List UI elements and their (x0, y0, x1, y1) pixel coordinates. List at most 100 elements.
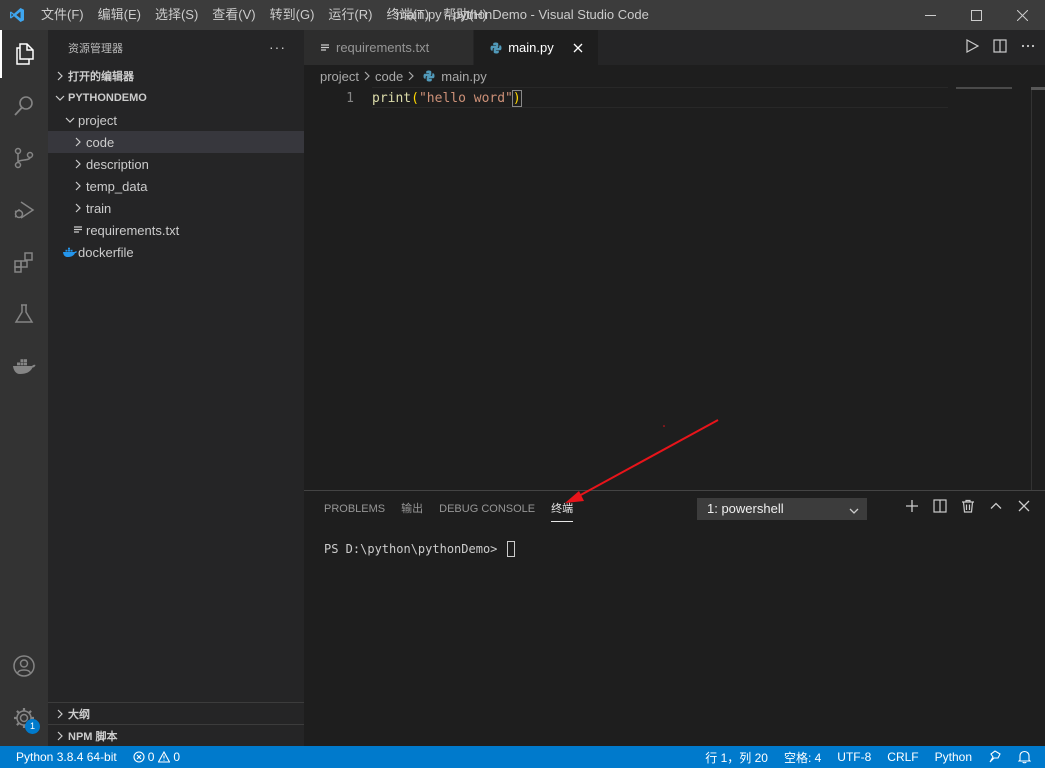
chevron-right-icon (70, 181, 86, 191)
status-right: 行 1，列 20 空格: 4 UTF-8 CRLF Python (697, 746, 1045, 768)
python-file-icon (490, 42, 502, 54)
editor-tab-bar: requirements.txt main.py (304, 30, 1045, 65)
npm-scripts-section[interactable]: NPM 脚本 (48, 724, 304, 746)
outline-section[interactable]: 大纲 (48, 702, 304, 724)
python-interpreter[interactable]: Python 3.8.4 64-bit (0, 746, 125, 768)
tree-item-label: requirements.txt (86, 222, 180, 238)
indentation[interactable]: 空格: 4 (776, 746, 829, 768)
accounts-activity[interactable] (0, 642, 48, 690)
open-editors-section[interactable]: 打开的编辑器 (48, 65, 304, 87)
feedback-icon[interactable] (980, 746, 1010, 768)
breadcrumb-code[interactable]: code (375, 69, 403, 84)
explorer-title: 资源管理器 (68, 42, 123, 55)
search-activity[interactable] (0, 82, 48, 130)
cursor-position[interactable]: 行 1，列 20 (697, 746, 776, 768)
sidebar-bottom-sections: 大纲 NPM 脚本 (48, 702, 304, 746)
menu-terminal[interactable]: 终端(T) (379, 0, 436, 30)
terminal-output[interactable]: PS D:\python\pythonDemo> (324, 541, 515, 557)
open-editors-label: 打开的编辑器 (68, 71, 134, 83)
error-count: 0 (147, 750, 155, 764)
tree-item-temp-data[interactable]: temp_data (48, 175, 304, 197)
menu-edit[interactable]: 编辑(E) (91, 0, 148, 30)
code-string: "hello word" (418, 91, 513, 106)
terminal-select-value: 1: powershell (707, 501, 784, 516)
chevron-right-icon (70, 137, 86, 147)
docker-icon (13, 359, 36, 374)
tab-main-py[interactable]: main.py (474, 30, 599, 65)
code-editor[interactable]: 1 print("hello word") (304, 87, 1045, 490)
extensions-activity[interactable] (0, 238, 48, 286)
code-line[interactable]: print("hello word") (372, 89, 522, 108)
source-control-icon (14, 147, 34, 169)
split-editor-icon[interactable] (993, 39, 1007, 56)
menu-run[interactable]: 运行(R) (321, 0, 379, 30)
chevron-down-icon (62, 115, 78, 125)
close-window-button[interactable] (999, 0, 1045, 30)
code-open-paren: ( (411, 91, 419, 106)
terminal-prompt: PS D:\python\pythonDemo> (324, 542, 505, 556)
outline-label: 大纲 (68, 708, 90, 721)
menu-go[interactable]: 转到(G) (263, 0, 322, 30)
workspace-label: PYTHONDEMO (68, 92, 147, 104)
tree-item-description[interactable]: description (48, 153, 304, 175)
new-terminal-icon[interactable] (905, 499, 919, 516)
tab-problems[interactable]: PROBLEMS (316, 491, 393, 527)
problems-summary[interactable]: 0 0 (125, 746, 188, 768)
breadcrumb-project[interactable]: project (320, 69, 359, 84)
line-ending[interactable]: CRLF (879, 746, 926, 768)
tab-debug-console[interactable]: DEBUG CONSOLE (431, 491, 543, 527)
chevron-right-icon (70, 159, 86, 169)
notifications-icon[interactable] (1010, 746, 1045, 768)
close-icon (1016, 9, 1028, 21)
chevron-right-icon (52, 71, 68, 81)
tab-close-icon[interactable] (570, 43, 586, 53)
tab-requirements[interactable]: requirements.txt (304, 30, 475, 65)
manage-activity[interactable]: 1 (0, 694, 48, 742)
terminal-select[interactable]: 1: powershell (697, 498, 867, 520)
tree-item-code[interactable]: code (48, 131, 304, 153)
text-file-icon (320, 43, 330, 53)
run-debug-activity[interactable] (0, 186, 48, 234)
tree-item-project[interactable]: project (48, 109, 304, 131)
close-panel-icon[interactable] (1017, 499, 1031, 516)
breadcrumb-file[interactable]: main.py (441, 69, 487, 84)
title-bar: 文件(F) 编辑(E) 选择(S) 查看(V) 转到(G) 运行(R) 终端(T… (0, 0, 1045, 30)
chevron-up-icon[interactable] (989, 499, 1003, 516)
tree-item-label: project (78, 112, 118, 128)
maximize-icon (970, 9, 982, 21)
status-left: Python 3.8.4 64-bit 0 0 (0, 746, 188, 768)
docker-activity[interactable] (0, 342, 48, 390)
menu-selection[interactable]: 选择(S) (148, 0, 205, 30)
tab-terminal[interactable]: 终端 (543, 491, 581, 527)
tree-item-label: code (86, 134, 115, 150)
more-actions-icon[interactable]: ··· (269, 39, 286, 55)
files-icon (16, 43, 34, 65)
minimap[interactable] (956, 87, 1012, 89)
minimize-button[interactable] (907, 0, 953, 30)
encoding[interactable]: UTF-8 (829, 746, 879, 768)
maximize-button[interactable] (953, 0, 999, 30)
breadcrumb: project code main.py (304, 65, 1045, 87)
tree-item-requirements[interactable]: requirements.txt (48, 219, 304, 241)
tree-item-dockerfile[interactable]: dockerfile (48, 241, 304, 263)
run-file-icon[interactable] (965, 38, 980, 56)
testing-activity[interactable] (0, 290, 48, 338)
menu-help[interactable]: 帮助(H) (436, 0, 494, 30)
panel-tabs: PROBLEMS 输出 DEBUG CONSOLE 终端 (316, 491, 581, 527)
menu-file[interactable]: 文件(F) (34, 0, 91, 30)
chevron-down-icon (848, 503, 860, 523)
tree-item-train[interactable]: train (48, 197, 304, 219)
workspace-section[interactable]: PYTHONDEMO (48, 87, 304, 109)
explorer-activity[interactable] (0, 30, 48, 78)
tab-label: main.py (508, 40, 554, 55)
source-control-activity[interactable] (0, 134, 48, 182)
menu-view[interactable]: 查看(V) (205, 0, 262, 30)
editor-scrollbar[interactable] (1031, 87, 1045, 490)
language-mode[interactable]: Python (927, 746, 980, 768)
trash-icon[interactable] (961, 499, 975, 516)
split-terminal-icon[interactable] (933, 499, 947, 516)
python-file-icon (423, 70, 435, 82)
more-actions-icon[interactable] (1021, 39, 1035, 56)
tab-output[interactable]: 输出 (393, 491, 431, 527)
account-icon (13, 655, 35, 677)
